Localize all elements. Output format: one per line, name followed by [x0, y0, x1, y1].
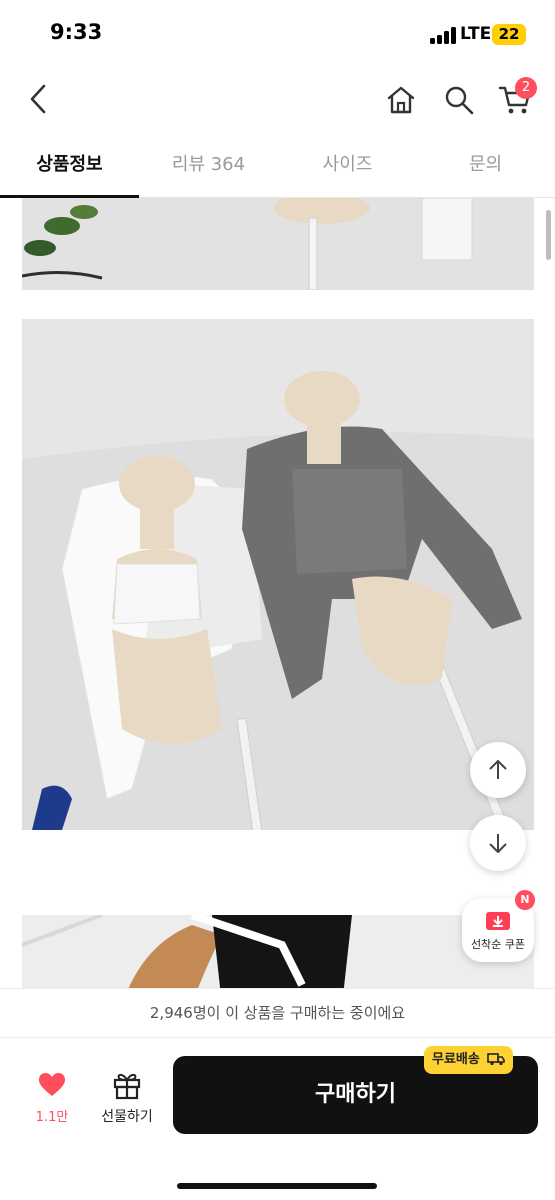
coupon-label: 선착순 쿠폰 — [470, 938, 526, 951]
like-button[interactable]: 1.1만 — [22, 1068, 82, 1128]
status-bar: 9:33 LTE 22 — [0, 0, 555, 70]
top-header: 2 — [0, 70, 555, 130]
tab-product-info[interactable]: 상품정보 — [0, 140, 139, 198]
tab-size[interactable]: 사이즈 — [278, 140, 417, 198]
heart-icon — [39, 1073, 65, 1096]
free-shipping-badge: 무료배송 — [424, 1046, 514, 1074]
purchase-activity-notice: 2,946명이 이 상품을 구매하는 중이에요 — [0, 988, 555, 1038]
tab-reviews[interactable]: 리뷰 364 — [139, 140, 278, 198]
battery-indicator: 22 — [492, 24, 526, 45]
signal-icon — [430, 27, 456, 44]
scroll-down-button[interactable] — [470, 815, 526, 871]
tab-inquiry[interactable]: 문의 — [416, 140, 555, 198]
truck-icon — [487, 1053, 506, 1066]
search-icon[interactable] — [443, 84, 475, 116]
coupon-icon — [486, 912, 510, 930]
arrow-down-icon — [489, 834, 507, 853]
like-count: 1.1만 — [35, 1110, 69, 1125]
free-shipping-label: 무료배송 — [432, 1052, 480, 1067]
coupon-new-badge: N — [515, 890, 535, 910]
gift-label: 선물하기 — [101, 1109, 153, 1125]
back-icon[interactable] — [24, 82, 54, 116]
product-photo-top — [22, 198, 534, 290]
gift-button[interactable]: 선물하기 — [92, 1068, 162, 1128]
product-photo-bottom — [22, 915, 534, 988]
scroll-up-button[interactable] — [470, 742, 526, 798]
cart-count-badge: 2 — [515, 77, 537, 99]
scrollbar-thumb[interactable] — [546, 210, 551, 260]
network-label: LTE — [460, 24, 492, 44]
product-tabs: 상품정보 리뷰 364 사이즈 문의 — [0, 140, 555, 198]
product-detail-content[interactable] — [0, 198, 555, 988]
bottom-action-bar: 1.1만 선물하기 구매하기 무료배송 — [0, 1038, 555, 1200]
status-time: 9:33 — [50, 20, 103, 44]
gift-icon — [113, 1073, 141, 1100]
home-icon[interactable] — [385, 84, 417, 116]
arrow-up-icon — [489, 760, 507, 779]
product-photo-main — [22, 319, 534, 830]
home-indicator — [177, 1183, 377, 1189]
